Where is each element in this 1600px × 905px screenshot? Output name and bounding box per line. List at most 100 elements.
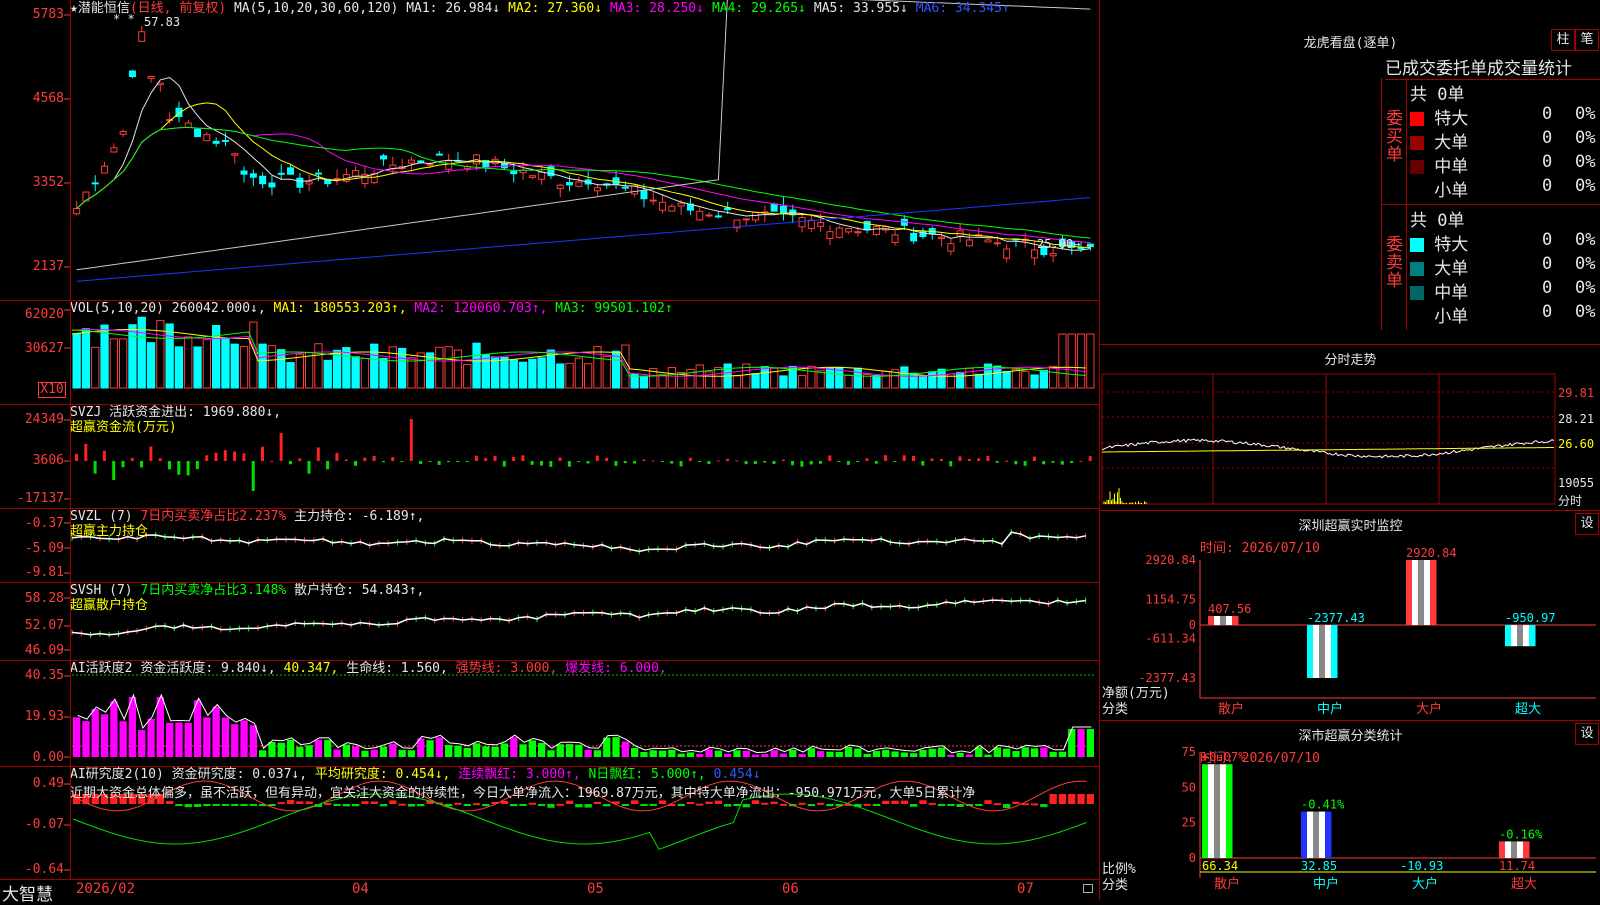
brand-logo[interactable]: 大智慧 [2, 880, 53, 905]
candle-body [73, 208, 81, 215]
sz-bar-label-0: 407.56 [1208, 602, 1251, 616]
bar-view-button[interactable]: 柱 [1551, 29, 1575, 51]
vol-bar [407, 357, 416, 389]
svzj-bar [381, 461, 385, 463]
ai1-bar [314, 739, 323, 757]
ai1-bar [184, 722, 192, 757]
svzj-bar [549, 461, 553, 467]
svsh-label: SVSH (7) [70, 583, 133, 598]
ss-stats-panel[interactable]: 深市超赢分类统计 设 时间: 2026/07/10 75 50 25 0 +0.07% 6… [1099, 720, 1600, 900]
ai2-comment: 近期大资金总体偏多，虽不活跃，但有异动，宜关注大资金的持续性，今日大单净流入：1… [70, 786, 976, 801]
vol-bar [91, 346, 100, 389]
svzj-bar [261, 446, 264, 461]
vol-bar [602, 355, 611, 389]
price-panel[interactable]: ★潜能恒信(日线, 前复权) MA(5,10,20,30,60,120) MA1… [0, 0, 1099, 301]
ai1-axis-0: 40.35 [24, 668, 64, 683]
ss-pct-3: -0.16% [1499, 827, 1543, 841]
price-axis-0: 5783 [32, 7, 64, 22]
ai1-bar [454, 745, 462, 757]
row-count: 0 [1542, 152, 1553, 172]
ai2-bar [547, 804, 555, 808]
ai1-bar [854, 748, 862, 757]
svzj-bar [93, 461, 97, 474]
price-chart [64, 0, 1094, 282]
row-count: 0 [1542, 278, 1553, 298]
ss-bar-1-seg [1307, 811, 1314, 858]
svsh-panel[interactable]: SVSH (7) 7日内买卖净占比3.148% 散户持仓: 54.843↑, 超… [0, 582, 1099, 661]
vol-axis-1: 30627 [24, 341, 64, 356]
candle-body [352, 170, 360, 177]
ai2-bar [817, 802, 825, 805]
color-swatch [1410, 160, 1424, 174]
vol-bar [658, 374, 667, 389]
svzj-bar [112, 461, 116, 481]
ss-bar-3-seg [1499, 841, 1506, 858]
ai2-bar [352, 804, 360, 807]
ai1-bar [73, 717, 81, 757]
ai2-bar [807, 804, 815, 806]
volume-panel[interactable]: VOL(5,10,20) 260042.000↓, MA1: 180553.20… [0, 300, 1099, 405]
ai2-bar [900, 800, 908, 804]
buy-rows-row: 中单 0 0% [1410, 152, 1600, 177]
vol-bar [509, 359, 518, 389]
svzj-bar [828, 455, 832, 461]
intraday-panel[interactable]: 分时走势 29.81 28.21 26.60 19055 分时 [1099, 344, 1600, 511]
ss-bar-1-seg [1325, 811, 1332, 858]
ai2-bar [1012, 801, 1020, 804]
vol-bar [323, 359, 332, 389]
candle-body [668, 205, 676, 212]
ai2-bar [910, 804, 918, 807]
svzj-bar [865, 458, 869, 461]
ai2-t3: 连续飘红: 3.000↑, [458, 767, 581, 782]
sz-bar-3-seg [1529, 625, 1536, 647]
ss-bar-chart: 75 50 25 0 +0.07% 66.34 散户 -0.41% 32.85 中户 -10.93 大… [1182, 745, 1596, 892]
svzj-bar [763, 461, 767, 463]
svzj-bar [605, 457, 609, 461]
svsh-svg-line [71, 599, 1086, 636]
tick-view-button[interactable]: 笔 [1575, 29, 1599, 51]
ai2-bar [417, 804, 425, 807]
ai2-bar [696, 803, 704, 806]
candle-body [1031, 249, 1039, 259]
ai-research-panel[interactable]: AI研究度2(10) 资金研究度: 0.037↓, 平均研究度: 0.454↓,… [0, 766, 1099, 880]
svzj-bar [409, 419, 413, 461]
color-swatch [1410, 184, 1424, 198]
ai2-bar [937, 804, 946, 806]
sz-monitor-panel[interactable]: 深圳超赢实时监控 设 时间: 2026/07/10 2920.84 1154.75… [1099, 510, 1600, 721]
longhu-panel[interactable]: 龙虎看盘(逐单) 柱 笔 已成交委托单成交量统计 委买单 共 0单 特大 0 0% … [1099, 0, 1600, 345]
row-pct: 0% [1575, 302, 1596, 322]
vol-bar [342, 347, 351, 389]
vol-bar [481, 354, 491, 389]
candle-body [938, 236, 946, 240]
svzj-bar [251, 461, 255, 491]
svzl-panel[interactable]: SVZL (7) 7日内买卖净占比2.237% 主力持仓: -6.189↑, 超… [0, 508, 1099, 583]
svzj-bar [698, 461, 702, 462]
vol-bar [1076, 333, 1086, 389]
ma-line-5 [76, 0, 1091, 271]
sz-bar-label-3: -950.97 [1505, 611, 1556, 625]
ai2-bar [296, 801, 304, 804]
vol-bar [779, 375, 788, 389]
row-name: 特大 [1434, 109, 1469, 129]
svzj-bar [939, 458, 943, 461]
svzj-bar [158, 458, 162, 461]
ai1-bar [528, 740, 536, 757]
ai1-bar [798, 753, 806, 757]
ai-activity-panel[interactable]: AI活跃度2 资金活跃度: 9.840↓, 40.347, 生命线: 1.560… [0, 660, 1099, 767]
ai1-bar [1049, 751, 1057, 757]
ai2-bar [528, 802, 536, 805]
svzl-axis-0: -0.37 [24, 516, 64, 531]
ai2-bar [268, 804, 276, 806]
ai1-bar [658, 750, 667, 757]
candle-body [287, 167, 295, 175]
vol-ma1: MA1: 180553.203↑, [273, 301, 407, 316]
ai1-t1: 资金活跃度: 9.840↓, [140, 661, 276, 676]
candle-body [696, 210, 704, 221]
fs-axis-3: 19055 [1558, 476, 1595, 490]
row-pct: 0% [1575, 230, 1596, 250]
svzj-panel[interactable]: SVZJ 活跃资金进出: 1969.880↓, 超赢资金流(万元) 24349 … [0, 404, 1099, 509]
candle-body [221, 139, 229, 142]
svzj-bar [986, 456, 990, 461]
lock-icon[interactable] [1083, 884, 1093, 893]
svzj-bar [288, 461, 292, 465]
